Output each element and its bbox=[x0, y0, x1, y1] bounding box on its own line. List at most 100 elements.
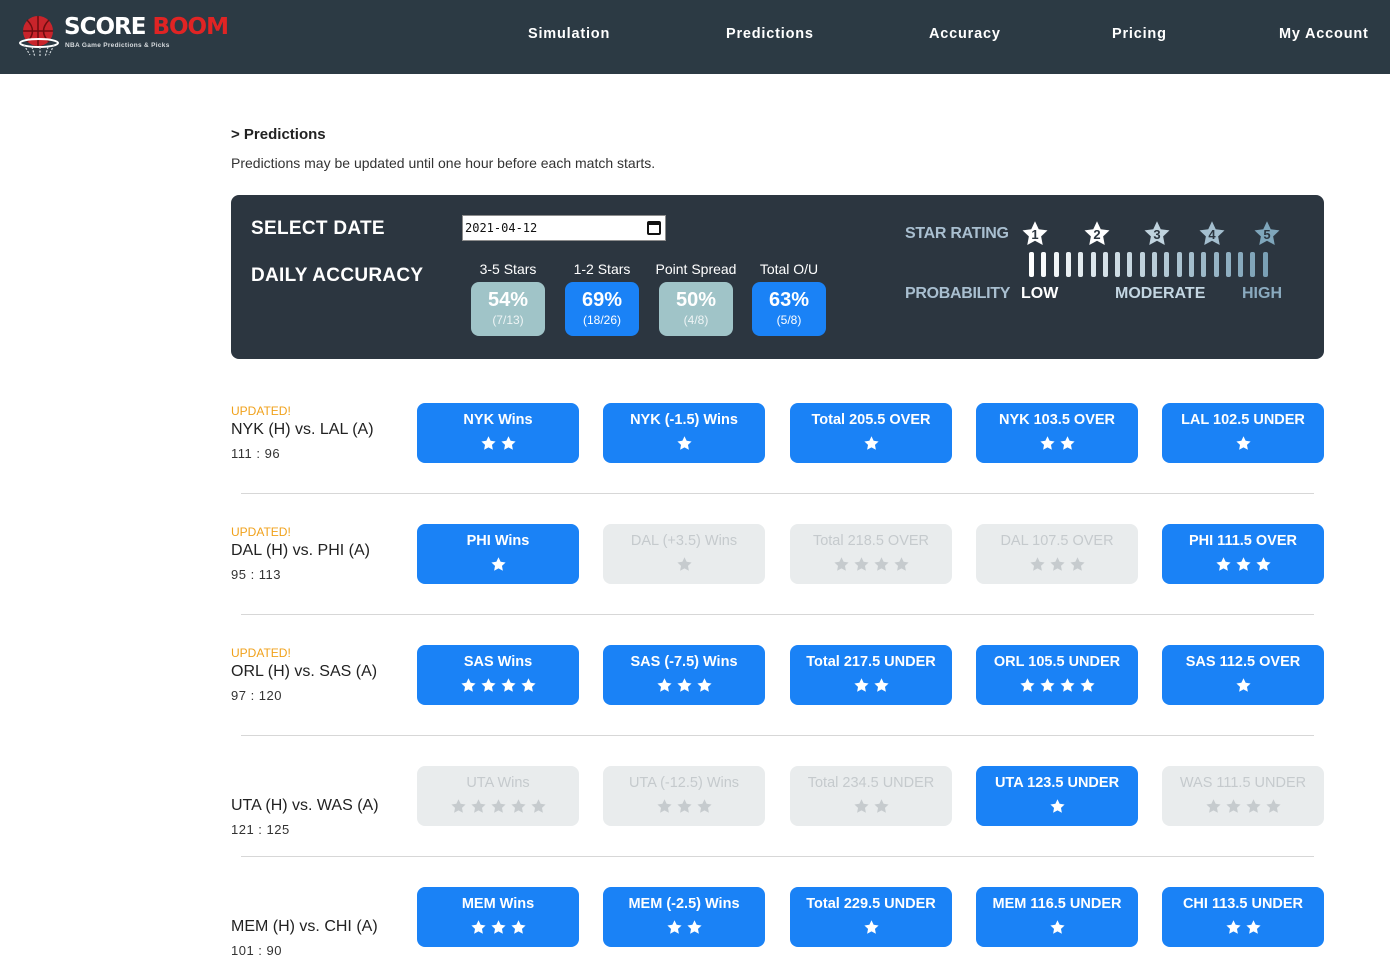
prediction-label: NYK Wins bbox=[463, 412, 533, 428]
game-row: UPDATED! NYK (H) vs. LAL (A) 111 : 96 NYK W… bbox=[231, 395, 1324, 516]
nav-simulation[interactable]: Simulation bbox=[528, 26, 610, 42]
prediction-label: UTA 123.5 UNDER bbox=[994, 775, 1120, 791]
game-row: MEM (H) vs. CHI (A) 101 : 90 MEM Wins MEM (… bbox=[231, 879, 1324, 956]
star-rating bbox=[603, 919, 765, 939]
accuracy-label: 3-5 Stars bbox=[479, 261, 537, 277]
star-icon bbox=[500, 678, 516, 692]
rating-star-3-icon: 3 bbox=[1142, 219, 1172, 249]
star-icon bbox=[853, 557, 869, 571]
select-date-label: SELECT DATE bbox=[251, 218, 385, 239]
star-rating bbox=[603, 556, 765, 576]
prediction-card[interactable]: DAL 107.5 OVER bbox=[976, 524, 1138, 584]
prediction-card[interactable]: ORL 105.5 UNDER bbox=[976, 645, 1138, 705]
star-rating bbox=[976, 435, 1138, 455]
prediction-label: UTA Wins bbox=[466, 775, 530, 791]
accuracy-percent: 54% bbox=[487, 289, 529, 311]
matchup-label: MEM (H) vs. CHI (A) bbox=[231, 918, 378, 935]
prediction-label: MEM Wins bbox=[461, 896, 535, 912]
prediction-card[interactable]: WAS 111.5 UNDER bbox=[1162, 766, 1324, 826]
prediction-card[interactable]: CHI 113.5 UNDER bbox=[1162, 887, 1324, 947]
prediction-card[interactable]: Total 217.5 UNDER bbox=[790, 645, 952, 705]
row-divider bbox=[241, 735, 1314, 736]
nav-predictions[interactable]: Predictions bbox=[726, 26, 814, 42]
prediction-label: DAL 107.5 OVER bbox=[1000, 533, 1114, 549]
star-icon bbox=[1225, 799, 1241, 813]
prediction-card[interactable]: Total 218.5 OVER bbox=[790, 524, 952, 584]
star-icon bbox=[1039, 436, 1055, 450]
matchup-label: DAL (H) vs. PHI (A) bbox=[231, 542, 370, 559]
star-rating bbox=[976, 798, 1138, 818]
date-picker-input[interactable]: 2021-04-12 bbox=[462, 215, 666, 241]
prediction-card[interactable]: DAL (+3.5) Wins bbox=[603, 524, 765, 584]
prediction-label: MEM (-2.5) Wins bbox=[628, 896, 740, 912]
game-row: UPDATED! ORL (H) vs. SAS (A) 97 : 120 SAS W… bbox=[231, 637, 1324, 758]
matchup-label: NYK (H) vs. LAL (A) bbox=[231, 421, 374, 438]
star-icon bbox=[1039, 678, 1055, 692]
probability-label: PROBABILITY bbox=[905, 285, 1011, 302]
prediction-label: PHI 111.5 OVER bbox=[1188, 533, 1297, 549]
prediction-card[interactable]: MEM 116.5 UNDER bbox=[976, 887, 1138, 947]
prediction-card[interactable]: NYK Wins bbox=[417, 403, 579, 463]
star-icon bbox=[510, 799, 526, 813]
star-icon bbox=[1215, 557, 1231, 571]
star-icon bbox=[676, 557, 692, 571]
star-icon bbox=[1235, 436, 1251, 450]
scoreboom-logo[interactable]: SCORE BOOM NBA Game Predictions & Picks bbox=[16, 6, 229, 64]
calendar-icon[interactable] bbox=[647, 221, 661, 235]
nav-accuracy[interactable]: Accuracy bbox=[929, 26, 1001, 42]
logo-tagline: NBA Game Predictions & Picks bbox=[65, 42, 170, 49]
star-icon bbox=[853, 678, 869, 692]
prediction-card[interactable]: SAS (-7.5) Wins bbox=[603, 645, 765, 705]
prediction-card[interactable]: LAL 102.5 UNDER bbox=[1162, 403, 1324, 463]
star-icon bbox=[873, 799, 889, 813]
probability-bar bbox=[1127, 252, 1133, 277]
probability-low-label: LOW bbox=[1021, 285, 1059, 302]
probability-gradient-bars bbox=[1029, 252, 1274, 277]
probability-bar bbox=[1225, 252, 1231, 277]
probability-bar bbox=[1201, 252, 1207, 277]
star-icon bbox=[676, 436, 692, 450]
prediction-card[interactable]: Total 229.5 UNDER bbox=[790, 887, 952, 947]
star-icon bbox=[500, 436, 516, 450]
prediction-card[interactable]: PHI Wins bbox=[417, 524, 579, 584]
top-navigation-bar: SCORE BOOM NBA Game Predictions & Picks … bbox=[0, 0, 1390, 74]
star-icon bbox=[520, 678, 536, 692]
prediction-card[interactable]: SAS Wins bbox=[417, 645, 579, 705]
nav-my-account[interactable]: My Account bbox=[1279, 26, 1369, 42]
probability-bar bbox=[1102, 252, 1108, 277]
star-icon bbox=[1079, 678, 1095, 692]
probability-bar bbox=[1078, 252, 1084, 277]
prediction-label: MEM 116.5 UNDER bbox=[992, 896, 1122, 912]
prediction-card[interactable]: UTA (-12.5) Wins bbox=[603, 766, 765, 826]
star-icon bbox=[1255, 557, 1271, 571]
star-icon bbox=[873, 678, 889, 692]
star-icon bbox=[833, 557, 849, 571]
prediction-card[interactable]: PHI 111.5 OVER bbox=[1162, 524, 1324, 584]
accuracy-label: Total O/U bbox=[759, 261, 819, 277]
star-icon bbox=[1049, 920, 1065, 934]
star-icon bbox=[656, 799, 672, 813]
prediction-card[interactable]: Total 234.5 UNDER bbox=[790, 766, 952, 826]
prediction-card[interactable]: MEM (-2.5) Wins bbox=[603, 887, 765, 947]
final-score: 101 : 90 bbox=[231, 943, 282, 956]
prediction-card[interactable]: NYK (-1.5) Wins bbox=[603, 403, 765, 463]
prediction-card[interactable]: UTA Wins bbox=[417, 766, 579, 826]
updated-badge: UPDATED! bbox=[231, 646, 291, 660]
prediction-card[interactable]: Total 205.5 OVER bbox=[790, 403, 952, 463]
nav-pricing[interactable]: Pricing bbox=[1112, 26, 1167, 42]
prediction-label: SAS (-7.5) Wins bbox=[630, 654, 738, 670]
star-rating bbox=[976, 919, 1138, 939]
star-icon bbox=[470, 920, 486, 934]
prediction-label: SAS Wins bbox=[463, 654, 533, 670]
star-rating bbox=[417, 798, 579, 818]
star-rating bbox=[790, 677, 952, 697]
star-rating bbox=[417, 556, 579, 576]
probability-high-label: HIGH bbox=[1242, 285, 1282, 302]
prediction-card[interactable]: NYK 103.5 OVER bbox=[976, 403, 1138, 463]
star-rating bbox=[417, 919, 579, 939]
accuracy-fraction: (7/13) bbox=[492, 313, 524, 327]
prediction-card[interactable]: MEM Wins bbox=[417, 887, 579, 947]
prediction-card[interactable]: UTA 123.5 UNDER bbox=[976, 766, 1138, 826]
prediction-card[interactable]: SAS 112.5 OVER bbox=[1162, 645, 1324, 705]
probability-bar bbox=[1238, 252, 1244, 277]
